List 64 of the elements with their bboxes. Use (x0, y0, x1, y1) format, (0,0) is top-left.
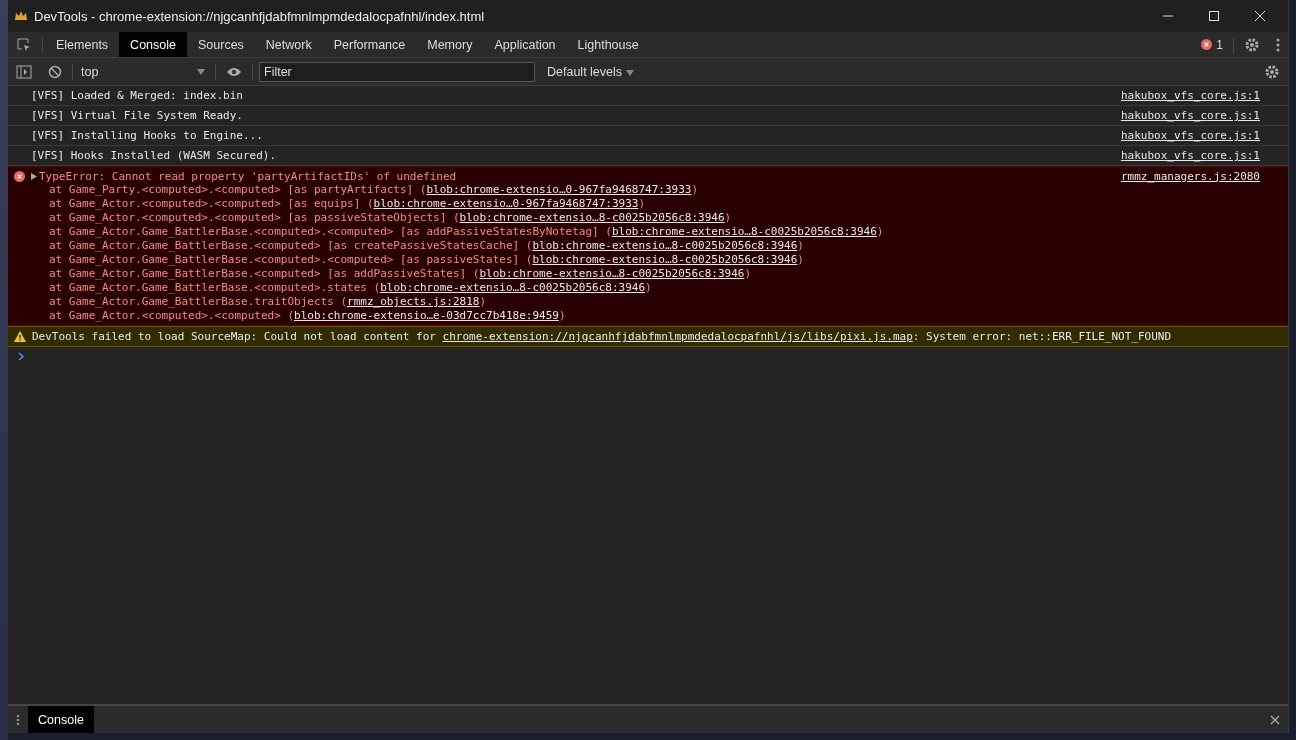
source-link[interactable]: hakubox_vfs_core.js:1 (1120, 89, 1260, 102)
log-message: [VFS] Loaded & Merged: index.bin (31, 89, 243, 102)
caret-icon (625, 69, 634, 76)
warning-message: DevTools failed to load SourceMap: Could not load content for chrome-extension://njgcanhfjdabfmnlmpmdedalocpafnhl/js/libs/pixi.js.map: System error: net::ERR_FILE_NOT_FOUND (32, 330, 1172, 343)
stack-frame: at Game_Actor.<computed>.<computed> [as passiveStateObjects] (blob:chrome-extensio…8-c0025b2056c8:3946) (31, 211, 1260, 225)
error-icon (14, 171, 25, 182)
panel-tab[interactable]: Sources (187, 32, 255, 57)
source-link[interactable]: hakubox_vfs_core.js:1 (1120, 109, 1260, 122)
dropdown-icon (197, 68, 205, 75)
stack-frame: at Game_Actor.Game_BattlerBase.<computed>.states (blob:chrome-extensio…8-c0025b2056c8:3946) (31, 281, 1260, 295)
log-message: [VFS] Hooks Installed (WASM Secured). (31, 149, 277, 162)
panel-tab[interactable]: Lighthouse (566, 32, 650, 57)
stack-link[interactable]: blob:chrome-extensio…8-c0025b2056c8:3946 (479, 267, 745, 280)
maximize-icon[interactable] (1208, 10, 1220, 22)
inspect-icon[interactable] (16, 36, 32, 53)
stack-frame: at Game_Actor.Game_BattlerBase.<computed> [as addPassiveStates] (blob:chrome-extensio…8-c0025b2056c8:3946) (31, 267, 1260, 281)
error-message: TypeError: Cannot read property 'partyArtifactIDs' of undefined (39, 169, 457, 183)
error-count[interactable]: 1 (1216, 37, 1223, 52)
stack-link[interactable]: blob:chrome-extensio…0-967fa9468747:3933 (373, 197, 639, 210)
expand-icon[interactable] (31, 172, 37, 180)
sidebar-icon[interactable] (16, 64, 32, 79)
stack-frame: at Game_Actor.Game_BattlerBase.<computed>.<computed> [as passiveStates] (blob:chrome-extensio…8-c0025b2056c8:3946) (31, 253, 1260, 267)
settings-icon[interactable] (1264, 63, 1280, 80)
stack-link[interactable]: blob:chrome-extensio…8-c0025b2056c8:3946 (611, 225, 877, 238)
source-link[interactable]: hakubox_vfs_core.js:1 (1120, 129, 1260, 142)
panel-tab[interactable]: Console (119, 32, 187, 57)
panel-tab[interactable]: Performance (322, 32, 417, 57)
more-icon[interactable] (1276, 37, 1280, 52)
levels-dropdown[interactable]: Default levels (541, 63, 640, 80)
panel-tab[interactable]: Network (254, 32, 323, 57)
log-message: [VFS] Installing Hooks to Engine... (31, 129, 263, 142)
stack-frame: at Game_Party.<computed>.<computed> [as partyArtifacts] (blob:chrome-extensio…0-967fa9468747:3933) (31, 183, 1260, 197)
stack-link[interactable]: rmmz_objects.js:2818 (347, 295, 480, 308)
source-link[interactable]: hakubox_vfs_core.js:1 (1120, 149, 1260, 162)
eye-icon[interactable] (226, 66, 242, 77)
source-link[interactable]: rmmz_managers.js:2080 (1120, 169, 1260, 183)
prompt-icon[interactable] (18, 352, 25, 361)
window-title: DevTools - chrome-extension://njgcanhfjdabfmnlmpmdedalocpafnhl/index.html (34, 8, 485, 24)
stack-link[interactable]: blob:chrome-extensio…8-c0025b2056c8:3946 (459, 211, 725, 224)
more-icon[interactable] (16, 713, 20, 726)
stack-frame: at Game_Actor.Game_BattlerBase.traitObjects (rmmz_objects.js:2818) (31, 295, 1260, 309)
error-icon (1201, 39, 1213, 50)
stack-link[interactable]: blob:chrome-extensio…8-c0025b2056c8:3946 (532, 239, 798, 252)
stack-frame: at Game_Actor.Game_BattlerBase.<computed>.<computed> [as addPassiveStatesByNotetag] (blob:chrome-extensio…8-c0025b2056c8:3946) (31, 225, 1260, 239)
stack-link[interactable]: blob:chrome-extensio…e-03d7cc7b418e:9459 (294, 309, 559, 322)
stack-link[interactable]: blob:chrome-extensio…8-c0025b2056c8:3946 (532, 253, 798, 266)
filter-field[interactable]: Filter (259, 61, 535, 82)
warning-icon (14, 331, 26, 342)
stack-frame: at Game_Actor.<computed>.<computed> [as equips] (blob:chrome-extensio…0-967fa9468747:3933) (31, 197, 1260, 211)
panel-tab[interactable]: Application (483, 32, 567, 57)
panel-tab[interactable]: Memory (416, 32, 484, 57)
log-message: [VFS] Virtual File System Ready. (31, 109, 243, 122)
stack-frame: at Game_Actor.Game_BattlerBase.<computed> [as createPassiveStatesCache] (blob:chrome-extensio…8-c0025b2056c8:3946) (31, 239, 1260, 253)
context-select[interactable]: top (75, 64, 213, 79)
close-icon[interactable] (1270, 714, 1280, 725)
panel-tab[interactable]: Elements (45, 32, 120, 57)
clear-icon[interactable] (48, 64, 62, 79)
stack-link[interactable]: blob:chrome-extensio…8-c0025b2056c8:3946 (380, 281, 646, 294)
settings-icon[interactable] (1244, 36, 1260, 53)
drawer-tab[interactable]: Console (28, 706, 94, 733)
stack-link[interactable]: blob:chrome-extensio…0-967fa9468747:3933 (426, 183, 692, 196)
crown-icon (14, 10, 28, 22)
sourcemap-link[interactable]: chrome-extension://njgcanhfjdabfmnlmpmdedalocpafnhl/js/libs/pixi.js.map (442, 330, 913, 343)
stack-frame: at Game_Actor.<computed>.<computed> (blob:chrome-extensio…e-03d7cc7b418e:9459) (31, 309, 1260, 323)
